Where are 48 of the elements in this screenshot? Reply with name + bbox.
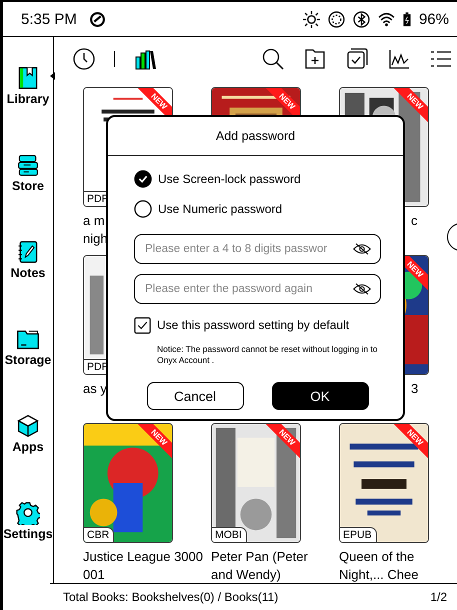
cancel-button[interactable]: Cancel [146, 382, 244, 410]
wifi-icon [378, 10, 395, 28]
sidebar-item[interactable]: Apps [3, 414, 53, 454]
book-title[interactable]: as y [83, 380, 107, 398]
books-stack-icon [16, 153, 40, 178]
bluetooth-icon [352, 10, 370, 28]
cube-icon [16, 414, 40, 438]
sidebar-item[interactable]: Settings [3, 500, 53, 541]
format-tag: MOBI [212, 527, 247, 542]
search-icon[interactable] [261, 47, 285, 71]
clock-time: 5:35 PM [21, 10, 77, 28]
book-title[interactable]: 3 [411, 380, 418, 398]
format-tag: CBR [84, 527, 114, 542]
battery-icon [402, 12, 411, 26]
checkbox[interactable] [134, 316, 151, 334]
chart-icon[interactable] [387, 47, 411, 71]
sidebar-item[interactable]: Library [3, 66, 53, 106]
brightness-icon [302, 10, 320, 28]
checkbox-label[interactable]: Use this password setting by default [157, 318, 350, 332]
total-books-summary: Total Books: Bookshelves(0) / Books(11) [63, 590, 278, 604]
gear-icon [16, 500, 40, 525]
select-checkbox-icon[interactable] [345, 47, 369, 71]
radio-label[interactable]: Use Screen-lock password [158, 172, 301, 186]
book-title[interactable]: Justice League 3000 001 [83, 548, 203, 584]
hidden-eye-icon[interactable] [353, 283, 371, 295]
battery-level: 96% [418, 10, 449, 28]
dialog-title: Add password [108, 117, 403, 156]
notice-text: Notice: The password cannot be reset without logging in to Onyx Account . [157, 344, 379, 366]
book-title[interactable]: c [411, 212, 418, 230]
page-number: 1/2 [430, 590, 447, 604]
clock-icon[interactable] [72, 47, 96, 71]
radio-label[interactable]: Use Numeric password [158, 202, 282, 216]
sidebar-item[interactable]: Storage [3, 326, 53, 367]
add-folder-icon[interactable] [303, 47, 327, 71]
book-icon [16, 66, 40, 90]
radio-button[interactable] [134, 170, 152, 188]
hidden-eye-icon[interactable] [353, 243, 371, 255]
password-input[interactable]: Please enter a 4 to 8 digits passwor [134, 234, 381, 264]
ok-button[interactable]: OK [272, 382, 368, 410]
format-tag: EPUB [340, 527, 377, 542]
notebook-icon [16, 240, 40, 264]
radio-button[interactable] [134, 200, 152, 218]
sidebar-item[interactable]: Notes [3, 240, 53, 280]
dotted-circle-icon [328, 10, 345, 28]
book-title[interactable]: Queen of the Night,... Chee [339, 548, 457, 584]
book-title[interactable]: Peter Pan (Peter and Wendy) [211, 548, 331, 584]
sidebar-item[interactable]: Store [3, 153, 53, 194]
password-input[interactable]: Please enter the password again [134, 274, 381, 304]
